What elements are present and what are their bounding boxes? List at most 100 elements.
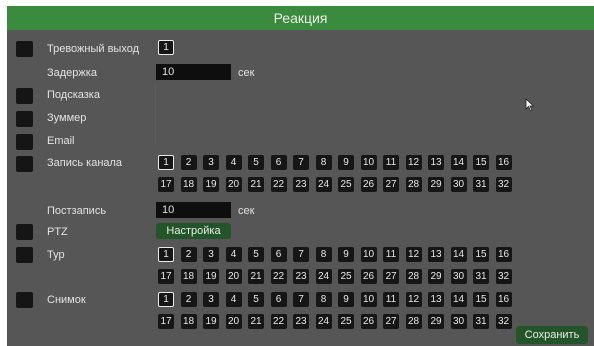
snapshot-channel-17-button[interactable]: 17 [158,314,174,329]
snapshot-channel-27-button[interactable]: 27 [383,314,399,329]
tour-channel-25-button[interactable]: 25 [338,269,354,284]
record-channel-18-button[interactable]: 18 [180,177,197,192]
snapshot-channel-3-button[interactable]: 3 [203,292,219,307]
tour-checkbox[interactable] [16,247,33,263]
record-channel-27-button[interactable]: 27 [383,177,399,192]
record-channel-6-button[interactable]: 6 [270,155,287,170]
snapshot-channel-1-button[interactable]: 1 [158,292,174,307]
tour-channel-27-button[interactable]: 27 [383,269,399,284]
snapshot-channel-20-button[interactable]: 20 [225,314,242,329]
tour-channel-5-button[interactable]: 5 [248,247,264,262]
snapshot-channel-12-button[interactable]: 12 [405,292,422,307]
tour-channel-21-button[interactable]: 21 [248,269,264,284]
record-channel-5-button[interactable]: 5 [248,155,264,170]
tour-channel-31-button[interactable]: 31 [473,269,489,284]
record-channel-11-button[interactable]: 11 [383,155,399,170]
tour-channel-2-button[interactable]: 2 [180,247,197,262]
snapshot-channel-6-button[interactable]: 6 [270,292,287,307]
tour-channel-10-button[interactable]: 10 [360,247,377,262]
snapshot-channel-9-button[interactable]: 9 [338,292,354,307]
record-channel-22-button[interactable]: 22 [270,177,287,192]
tour-channel-8-button[interactable]: 8 [315,247,332,262]
snapshot-channel-8-button[interactable]: 8 [315,292,332,307]
record-channel-23-button[interactable]: 23 [293,177,309,192]
post-record-input[interactable]: 10 [156,202,231,218]
record-channel-29-button[interactable]: 29 [428,177,444,192]
snapshot-channel-10-button[interactable]: 10 [360,292,377,307]
delay-input[interactable]: 10 [156,64,231,80]
alarm-out-1-button[interactable]: 1 [158,40,174,55]
snapshot-channel-28-button[interactable]: 28 [405,314,422,329]
record-channel-20-button[interactable]: 20 [225,177,242,192]
record-channel-26-button[interactable]: 26 [360,177,377,192]
snapshot-channel-15-button[interactable]: 15 [473,292,489,307]
snapshot-channel-18-button[interactable]: 18 [180,314,197,329]
record-channel-9-button[interactable]: 9 [338,155,354,170]
snapshot-channel-16-button[interactable]: 16 [495,292,512,307]
record-channel-10-button[interactable]: 10 [360,155,377,170]
record-channel-3-button[interactable]: 3 [203,155,219,170]
record-channel-7-button[interactable]: 7 [293,155,309,170]
snapshot-channel-29-button[interactable]: 29 [428,314,444,329]
tour-channel-32-button[interactable]: 32 [495,269,512,284]
ptz-settings-button[interactable]: Настройка [156,223,231,239]
tour-channel-12-button[interactable]: 12 [405,247,422,262]
record-channel-21-button[interactable]: 21 [248,177,264,192]
snapshot-channel-26-button[interactable]: 26 [360,314,377,329]
record-channel-8-button[interactable]: 8 [315,155,332,170]
record-channel-31-button[interactable]: 31 [473,177,489,192]
tour-channel-15-button[interactable]: 15 [473,247,489,262]
ptz-checkbox[interactable] [16,224,33,240]
alarm-out-checkbox[interactable] [16,41,33,57]
tour-channel-18-button[interactable]: 18 [180,269,197,284]
snapshot-channel-22-button[interactable]: 22 [270,314,287,329]
record-channel-4-button[interactable]: 4 [225,155,242,170]
tour-channel-6-button[interactable]: 6 [270,247,287,262]
record-channel-14-button[interactable]: 14 [450,155,467,170]
tour-channel-19-button[interactable]: 19 [203,269,219,284]
snapshot-channel-5-button[interactable]: 5 [248,292,264,307]
snapshot-channel-25-button[interactable]: 25 [338,314,354,329]
record-channel-1-button[interactable]: 1 [158,155,174,170]
buzzer-checkbox[interactable] [16,111,33,127]
tour-channel-11-button[interactable]: 11 [383,247,399,262]
record-channel-28-button[interactable]: 28 [405,177,422,192]
tour-channel-17-button[interactable]: 17 [158,269,174,284]
record-channel-12-button[interactable]: 12 [405,155,422,170]
record-channel-30-button[interactable]: 30 [450,177,467,192]
save-button[interactable]: Сохранить [516,326,588,344]
snapshot-channel-31-button[interactable]: 31 [473,314,489,329]
record-channel-16-button[interactable]: 16 [495,155,512,170]
record-channel-19-button[interactable]: 19 [203,177,219,192]
snapshot-channel-24-button[interactable]: 24 [315,314,332,329]
record-channel-13-button[interactable]: 13 [428,155,444,170]
tour-channel-1-button[interactable]: 1 [158,247,174,262]
hint-checkbox[interactable] [16,88,33,104]
record-checkbox[interactable] [16,156,33,172]
record-channel-32-button[interactable]: 32 [495,177,512,192]
tour-channel-13-button[interactable]: 13 [428,247,444,262]
tour-channel-14-button[interactable]: 14 [450,247,467,262]
snapshot-channel-4-button[interactable]: 4 [225,292,242,307]
tour-channel-9-button[interactable]: 9 [338,247,354,262]
tour-channel-20-button[interactable]: 20 [225,269,242,284]
tour-channel-29-button[interactable]: 29 [428,269,444,284]
tour-channel-4-button[interactable]: 4 [225,247,242,262]
snapshot-channel-11-button[interactable]: 11 [383,292,399,307]
snapshot-channel-7-button[interactable]: 7 [293,292,309,307]
snapshot-channel-23-button[interactable]: 23 [293,314,309,329]
snapshot-checkbox[interactable] [16,292,33,308]
tour-channel-16-button[interactable]: 16 [495,247,512,262]
snapshot-channel-13-button[interactable]: 13 [428,292,444,307]
tour-channel-22-button[interactable]: 22 [270,269,287,284]
snapshot-channel-30-button[interactable]: 30 [450,314,467,329]
snapshot-channel-19-button[interactable]: 19 [203,314,219,329]
record-channel-17-button[interactable]: 17 [158,177,174,192]
record-channel-2-button[interactable]: 2 [180,155,197,170]
record-channel-15-button[interactable]: 15 [473,155,489,170]
tour-channel-24-button[interactable]: 24 [315,269,332,284]
email-checkbox[interactable] [16,134,33,150]
snapshot-channel-14-button[interactable]: 14 [450,292,467,307]
snapshot-channel-2-button[interactable]: 2 [180,292,197,307]
tour-channel-23-button[interactable]: 23 [293,269,309,284]
